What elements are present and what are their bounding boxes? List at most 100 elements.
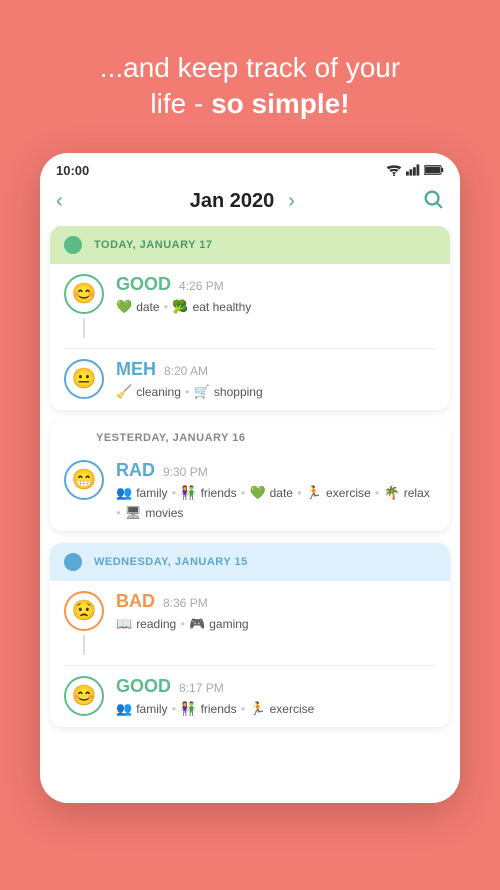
entry-content-meh: MEH 8:20 AM 🧹 cleaning ● 🛒 shopping [116, 359, 436, 400]
tags-bad: 📖 reading ● 🎮 gaming [116, 616, 436, 632]
tag-icon-friends: 👫 [180, 485, 196, 501]
entry-time-meh: 8:20 AM [164, 364, 208, 378]
entry-content-bad: BAD 8:36 PM 📖 reading ● 🎮 gaming [116, 591, 436, 632]
tag-label-family2: family [136, 702, 167, 716]
mood-circle-meh: 😐 [64, 359, 104, 399]
mood-circle-bad: 😟 [64, 591, 104, 631]
day-section-yesterday: YESTERDAY, JANUARY 16 😁 RAD 9:30 PM 👥 fa… [50, 422, 450, 531]
day-header-wednesday: WEDNESDAY, JANUARY 15 [50, 543, 450, 581]
mood-label-bad: BAD [116, 591, 155, 612]
tags-rad: 👥 family ● 👫 friends ● 💚 date ● 🏃 exerci… [116, 485, 436, 521]
entry-left-bad: 😟 [64, 591, 104, 655]
tag-icon-family: 👥 [116, 485, 132, 501]
tag-icon-date: 💚 [116, 299, 132, 315]
entry-left-good2: 😊 [64, 676, 104, 716]
entry-left-meh: 😐 [64, 359, 104, 399]
tag-label-exercise: exercise [326, 486, 371, 500]
tag-icon-shopping: 🛒 [194, 384, 210, 400]
mood-circle-good2: 😊 [64, 676, 104, 716]
today-dot [64, 236, 82, 254]
tags-good2: 👥 family ● 👫 friends ● 🏃 exercise [116, 701, 436, 717]
tag-label-eat: eat healthy [193, 300, 252, 314]
day-header-today: TODAY, JANUARY 17 [50, 226, 450, 264]
header-line2: life - [150, 88, 211, 119]
entry-bad: 😟 BAD 8:36 PM 📖 reading ● 🎮 gaming [50, 581, 450, 665]
tag-label-date: date [136, 300, 159, 314]
phone-container: 10:00 ‹ [40, 153, 460, 803]
header-line1: ...and keep track of your [100, 52, 400, 83]
day-header-yesterday: YESTERDAY, JANUARY 16 [50, 422, 450, 450]
entry-content-rad: RAD 9:30 PM 👥 family ● 👫 friends ● 💚 dat… [116, 460, 436, 521]
entry-left-rad: 😁 [64, 460, 104, 500]
entry-time-good2: 8:17 PM [179, 681, 224, 695]
entry-mood-row-rad: RAD 9:30 PM [116, 460, 436, 481]
header-line2-bold: so simple! [211, 88, 349, 119]
entry-content-good2: GOOD 8:17 PM 👥 family ● 👫 friends ● 🏃 ex… [116, 676, 436, 717]
wifi-icon [386, 164, 402, 176]
tag-label-friends: friends [201, 486, 237, 500]
nav-bar: ‹ Jan 2020 › [40, 184, 460, 226]
mood-circle-good: 😊 [64, 274, 104, 314]
tags-good: 💚 date ● 🥦 eat healthy [116, 299, 436, 315]
entry-line-bad [83, 635, 85, 655]
mood-label-good2: GOOD [116, 676, 171, 697]
mood-label-meh: MEH [116, 359, 156, 380]
tag-icon-exercise: 🏃 [306, 485, 322, 501]
day-section-wednesday: WEDNESDAY, JANUARY 15 😟 BAD 8:36 PM 📖 [50, 543, 450, 727]
tag-label-gaming: gaming [209, 617, 248, 631]
entry-content-good: GOOD 4:26 PM 💚 date ● 🥦 eat healthy [116, 274, 436, 315]
tag-label-exercise2: exercise [270, 702, 315, 716]
tag-label-reading: reading [136, 617, 176, 631]
tag-label-friends2: friends [201, 702, 237, 716]
tag-icon-movies: 🖥 [125, 505, 142, 521]
mood-label-good: GOOD [116, 274, 171, 295]
current-month: Jan 2020 [190, 190, 275, 213]
entry-line-good [83, 318, 85, 338]
tag-label-shopping: shopping [214, 385, 263, 399]
wednesday-dot [64, 553, 82, 571]
tag-icon-family2: 👥 [116, 701, 132, 717]
mood-circle-rad: 😁 [64, 460, 104, 500]
entry-mood-row-good: GOOD 4:26 PM [116, 274, 436, 295]
tag-label-relax: relax [404, 486, 430, 500]
entry-time-good: 4:26 PM [179, 279, 224, 293]
next-month-button[interactable]: › [288, 190, 295, 213]
entry-good2: 😊 GOOD 8:17 PM 👥 family ● 👫 friends ● [50, 666, 450, 727]
today-label: TODAY, JANUARY 17 [94, 239, 213, 251]
mood-label-rad: RAD [116, 460, 155, 481]
entry-mood-row-bad: BAD 8:36 PM [116, 591, 436, 612]
status-time: 10:00 [56, 163, 89, 178]
tag-icon-date2: 💚 [249, 485, 265, 501]
prev-month-button[interactable]: ‹ [56, 190, 63, 213]
tag-icon-eat: 🥦 [172, 299, 188, 315]
entry-good: 😊 GOOD 4:26 PM 💚 date ● 🥦 eat healthy [50, 264, 450, 348]
day-section-today: TODAY, JANUARY 17 😊 GOOD 4:26 PM 💚 [50, 226, 450, 410]
header-section: ...and keep track of your life - so simp… [70, 0, 430, 153]
tag-label-movies: movies [145, 506, 183, 520]
entry-time-rad: 9:30 PM [163, 465, 208, 479]
entry-left-good: 😊 [64, 274, 104, 338]
status-bar: 10:00 [40, 153, 460, 184]
entry-rad: 😁 RAD 9:30 PM 👥 family ● 👫 friends ● [50, 450, 450, 531]
entry-mood-row-meh: MEH 8:20 AM [116, 359, 436, 380]
signal-icon [406, 164, 420, 176]
tag-label-cleaning: cleaning [136, 385, 181, 399]
tag-label-date2: date [270, 486, 293, 500]
tag-icon-exercise2: 🏃 [249, 701, 265, 717]
search-icon[interactable] [422, 188, 444, 216]
entry-mood-row-good2: GOOD 8:17 PM [116, 676, 436, 697]
wednesday-label: WEDNESDAY, JANUARY 15 [94, 556, 248, 568]
yesterday-label: YESTERDAY, JANUARY 16 [96, 432, 245, 444]
tags-meh: 🧹 cleaning ● 🛒 shopping [116, 384, 436, 400]
tag-icon-relax: 🌴 [384, 485, 400, 501]
entry-time-bad: 8:36 PM [163, 596, 208, 610]
battery-icon [424, 164, 444, 176]
status-icons [386, 164, 444, 176]
tag-icon-reading: 📖 [116, 616, 132, 632]
entry-meh: 😐 MEH 8:20 AM 🧹 cleaning ● 🛒 shopping [50, 349, 450, 410]
nav-center: Jan 2020 › [190, 190, 295, 213]
tag-icon-cleaning: 🧹 [116, 384, 132, 400]
tag-label-family: family [136, 486, 167, 500]
scroll-area[interactable]: TODAY, JANUARY 17 😊 GOOD 4:26 PM 💚 [40, 226, 460, 796]
tag-icon-friends2: 👫 [180, 701, 196, 717]
